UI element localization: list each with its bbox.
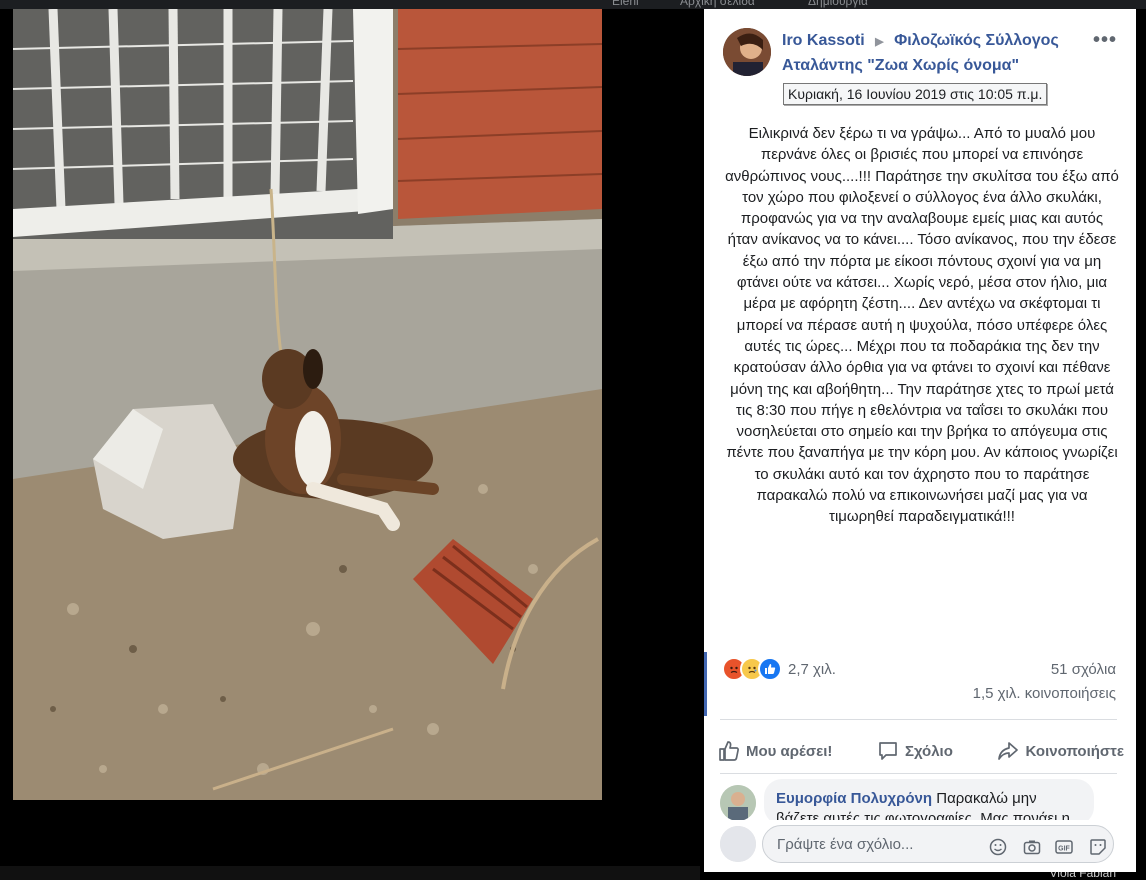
shares-count[interactable]: 1,5 χιλ. κοινοποιήσεις [973,685,1116,702]
camera-icon[interactable] [1023,838,1041,856]
sticker-icon[interactable] [1089,838,1107,856]
more-options-icon[interactable]: ••• [1093,29,1117,52]
gif-icon[interactable]: GIF [1055,838,1073,856]
like-reaction-icon [758,657,782,681]
like-button[interactable]: Μου αρέσει! [718,740,832,762]
post-photo[interactable] [13,9,602,800]
facebook-top-bar: Eleni Αρχική σελίδα Δημιουργία [0,0,1146,9]
divider [720,719,1117,720]
comment-placeholder: Γράψτε ένα σχόλιο... [777,836,914,853]
comment-button[interactable]: Σχόλιο [877,740,953,762]
comment-bubble: Ευμορφία Πολυχρόνη Παρακαλώ μην βάζετε α… [764,779,1094,825]
focus-indicator [704,652,707,716]
thumbs-up-icon [719,741,739,761]
comment-input[interactable]: Γράψτε ένα σχόλιο... GIF [762,825,1114,863]
like-label: Μου αρέσει! [746,742,833,760]
share-icon [998,742,1019,760]
comment-icon [879,742,897,760]
emoji-icon[interactable] [989,838,1007,856]
comments-count[interactable]: 51 σχόλια [1051,661,1116,678]
post-actions: Μου αρέσει! Σχόλιο Κοινοποιήστε [718,729,1124,773]
topbar-item-create[interactable]: Δημιουργία [808,0,868,8]
share-button[interactable]: Κοινοποιήστε [997,740,1124,762]
post-panel: Iro Kassoti ▶ Φιλοζωϊκός Σύλλογος Αταλάν… [704,9,1136,872]
reactions-count: 2,7 χιλ. [788,660,836,678]
divider [720,773,1117,774]
svg-text:GIF: GIF [1058,846,1070,853]
author-avatar[interactable] [723,28,771,76]
share-label: Κοινοποιήστε [1025,742,1124,760]
comment-text: Ευμορφία Πολυχρόνη Παρακαλώ μην βάζετε α… [764,779,1094,825]
commenter-avatar[interactable] [720,785,756,821]
post-header: Iro Kassoti ▶ Φιλοζωϊκός Σύλλογος Αταλάν… [782,29,1082,78]
timestamp-tooltip: Κυριακή, 16 Ιουνίου 2019 στις 10:05 π.μ. [783,83,1048,105]
comment-label: Σχόλιο [904,742,953,760]
author-name[interactable]: Iro Kassoti [782,32,865,49]
topbar-item-home[interactable]: Αρχική σελίδα [680,0,755,8]
triangle-right-icon: ▶ [875,36,884,48]
photo-caption-strip [0,866,700,880]
comment-composer: Γράψτε ένα σχόλιο... GIF [704,820,1136,872]
topbar-item-profile[interactable]: Eleni [612,0,639,8]
reactions-summary[interactable]: 2,7 χιλ. [722,657,836,681]
user-avatar [720,826,756,862]
commenter-name[interactable]: Ευμορφία Πολυχρόνη [776,790,932,807]
post-body-text: Ειλικρινά δεν ξέρω τι να γράψω... Από το… [725,125,1119,526]
